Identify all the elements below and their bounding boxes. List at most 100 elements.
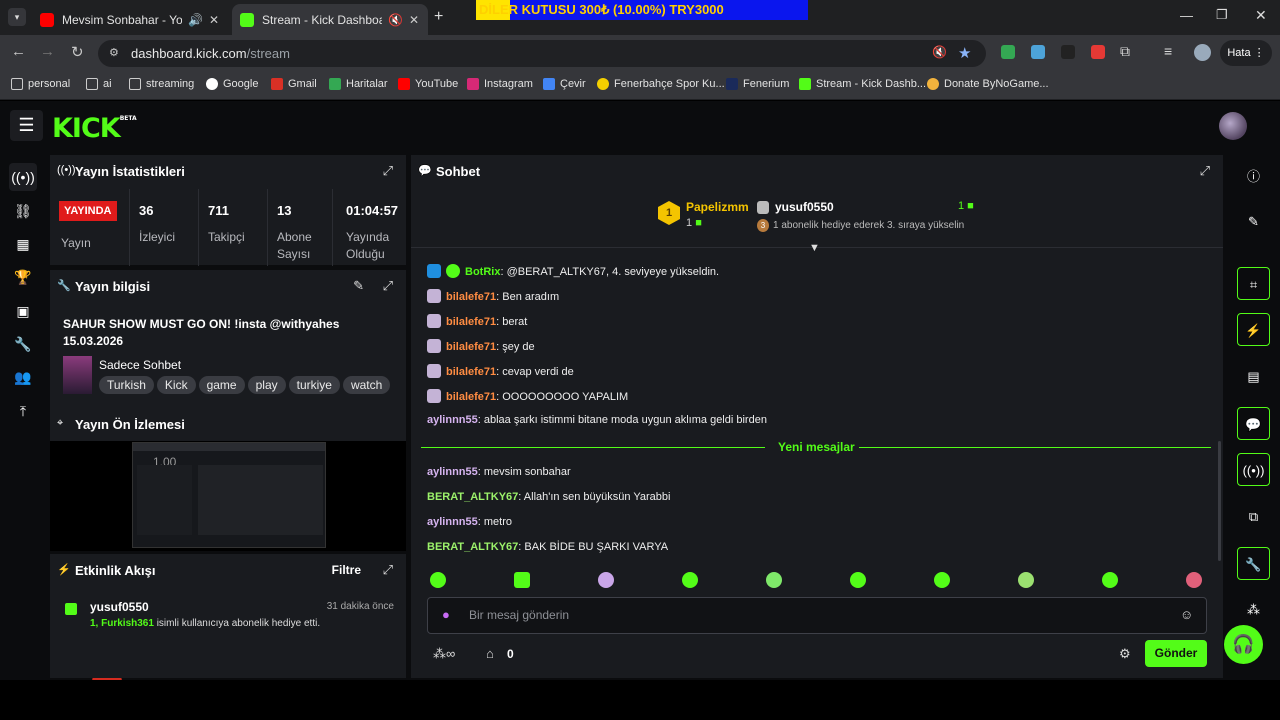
points-icon[interactable]: ⁂∞ xyxy=(433,646,455,662)
tag[interactable]: watch xyxy=(342,376,391,394)
emote-icon[interactable] xyxy=(766,572,782,588)
notes-icon[interactable]: ▤ xyxy=(1237,360,1270,393)
tag[interactable]: Kick xyxy=(156,376,196,394)
bookmark-kick-dashboard[interactable]: Stream - Kick Dashb... xyxy=(799,78,926,90)
nav-trophy-icon[interactable]: 🏆 xyxy=(9,263,37,291)
tag[interactable]: game xyxy=(198,376,245,394)
layout-icon[interactable]: ⧉ xyxy=(1237,500,1270,533)
bookmark-google[interactable]: Google xyxy=(206,78,258,90)
bookmark-ai[interactable]: ai xyxy=(86,78,112,90)
reading-list-icon[interactable]: ≡ xyxy=(1164,43,1172,59)
emoji-icon[interactable]: ☺ xyxy=(1180,607,1193,622)
info-icon[interactable]: ⓘ xyxy=(1237,160,1270,193)
close-icon[interactable]: ✕ xyxy=(209,13,219,27)
apps-icon[interactable]: ⁂ xyxy=(1237,593,1270,626)
chat-username[interactable]: bilalefe71 xyxy=(446,316,496,328)
broadcast-icon[interactable]: ((•)) xyxy=(1237,453,1270,486)
edit-icon[interactable]: ✎ xyxy=(1237,205,1270,238)
emote-icon[interactable] xyxy=(430,572,446,588)
screenshot-icon[interactable]: ⌗ xyxy=(1237,267,1270,300)
nav-tools-icon[interactable]: 🔧 xyxy=(9,330,37,358)
profile-avatar[interactable] xyxy=(1194,44,1211,61)
maximize-button[interactable]: ❐ xyxy=(1216,7,1228,23)
event-user[interactable]: yusuf0550 xyxy=(90,600,149,614)
speaker-icon[interactable]: 🔊 xyxy=(188,13,203,27)
emote-icon[interactable] xyxy=(1018,572,1034,588)
close-icon[interactable]: ✕ xyxy=(409,13,419,27)
bookmark-bynogame[interactable]: Donate ByNoGame... xyxy=(927,78,1049,90)
nav-links-icon[interactable]: ⛓ xyxy=(9,197,37,225)
emote-icon[interactable] xyxy=(598,572,614,588)
nav-community-icon[interactable]: 👥 xyxy=(9,363,37,391)
bookmark-gmail[interactable]: Gmail xyxy=(271,78,317,90)
emote-icon[interactable] xyxy=(850,572,866,588)
reload-icon[interactable]: ↻ xyxy=(71,43,84,61)
bookmark-streaming[interactable]: streaming xyxy=(129,78,194,90)
bookmark-fenerbahce[interactable]: Fenerbahçe Spor Ku... xyxy=(597,78,725,90)
store-icon[interactable]: ⌂ xyxy=(486,646,494,661)
emote-icon[interactable] xyxy=(1186,572,1202,588)
emote-icon[interactable] xyxy=(514,572,530,588)
emote-icon[interactable] xyxy=(934,572,950,588)
tab-youtube[interactable]: Mevsim Sonbahar - YouTub 🔊 ✕ xyxy=(32,4,228,35)
tab-kick-dashboard[interactable]: Stream - Kick Dashboard 🔇 ✕ xyxy=(232,4,428,35)
tab-search-button[interactable]: ▾ xyxy=(8,8,26,26)
nav-stream-icon[interactable]: ((•)) xyxy=(9,163,37,191)
chat-username[interactable]: aylinnn55 xyxy=(427,414,478,426)
address-bar[interactable]: ⚙ dashboard.kick.com/stream 🔇 ★ xyxy=(98,40,986,67)
expand-icon[interactable]: ⤢ xyxy=(383,278,393,294)
chat-username[interactable]: bilalefe71 xyxy=(446,391,496,403)
microphone-icon[interactable]: ● xyxy=(442,607,450,622)
bookmark-instagram[interactable]: Instagram xyxy=(467,78,533,90)
edit-icon[interactable]: ✎ xyxy=(353,278,364,294)
emote-icon[interactable] xyxy=(1102,572,1118,588)
tag[interactable]: play xyxy=(247,376,286,394)
chat-scrollbar[interactable] xyxy=(1218,441,1221,561)
bookmark-star-icon[interactable]: ★ xyxy=(958,44,971,62)
chat-input[interactable]: ● Bir mesaj gönderin ☺ xyxy=(427,597,1207,634)
muted-site-icon[interactable]: 🔇 xyxy=(932,45,947,59)
bookmark-personal[interactable]: personal xyxy=(11,78,70,90)
bookmark-haritalar[interactable]: Haritalar xyxy=(329,78,388,90)
user-avatar[interactable] xyxy=(1219,112,1247,140)
chat-username[interactable]: bilalefe71 xyxy=(446,366,496,378)
dark-extension-icon[interactable] xyxy=(1061,45,1075,59)
settings-icon[interactable]: ⚙ xyxy=(1119,646,1131,662)
nav-upload-icon[interactable]: ⤒ xyxy=(9,397,37,425)
new-tab-button[interactable]: + xyxy=(434,8,443,26)
chat-username[interactable]: aylinnn55 xyxy=(427,516,478,528)
expand-icon[interactable]: ⤢ xyxy=(383,562,393,578)
chat-icon[interactable]: 💬 xyxy=(1237,407,1270,440)
chat-username[interactable]: BERAT_ALTKY67 xyxy=(427,491,518,503)
bookmark-youtube[interactable]: YouTube xyxy=(398,78,458,90)
muted-icon[interactable]: 🔇 xyxy=(388,13,403,27)
bookmark-cevir[interactable]: Çevir xyxy=(543,78,586,90)
site-info-icon[interactable]: ⚙ xyxy=(109,46,119,59)
tag[interactable]: Turkish xyxy=(99,376,154,394)
leader1-name[interactable]: Papelizmm xyxy=(686,200,749,214)
support-icon[interactable]: 🎧 xyxy=(1224,625,1263,664)
youtube-extension-icon[interactable] xyxy=(1091,45,1105,59)
forward-icon[interactable]: → xyxy=(40,43,55,60)
stream-preview-image[interactable]: 1.00 xyxy=(132,442,326,548)
chat-username[interactable]: bilalefe71 xyxy=(446,291,496,303)
minimize-button[interactable]: — xyxy=(1180,8,1193,23)
chat-username[interactable]: BERAT_ALTKY67 xyxy=(427,541,518,553)
translate-extension-icon[interactable] xyxy=(1031,45,1045,59)
flash-icon[interactable]: ⚡ xyxy=(1237,313,1270,346)
expand-icon[interactable]: ⤢ xyxy=(383,163,393,179)
emote-icon[interactable] xyxy=(682,572,698,588)
back-icon[interactable]: ← xyxy=(11,43,26,60)
nav-clips-icon[interactable]: ▣ xyxy=(9,297,37,325)
bookmark-fenerium[interactable]: Fenerium xyxy=(726,78,789,90)
kick-logo[interactable]: KICKBETA xyxy=(52,113,137,144)
expand-icon[interactable]: ⤢ xyxy=(1200,163,1210,179)
nav-analytics-icon[interactable]: ▦ xyxy=(9,230,37,258)
window-close-button[interactable]: ✕ xyxy=(1255,7,1267,24)
chat-username[interactable]: aylinnn55 xyxy=(427,466,478,478)
tag[interactable]: turkiye xyxy=(288,376,340,394)
collapse-icon[interactable]: ▼ xyxy=(809,242,820,254)
chat-username[interactable]: bilalefe71 xyxy=(446,341,496,353)
extensions-icon[interactable]: ⧉ xyxy=(1120,43,1130,60)
shield-extension-icon[interactable] xyxy=(1001,45,1015,59)
